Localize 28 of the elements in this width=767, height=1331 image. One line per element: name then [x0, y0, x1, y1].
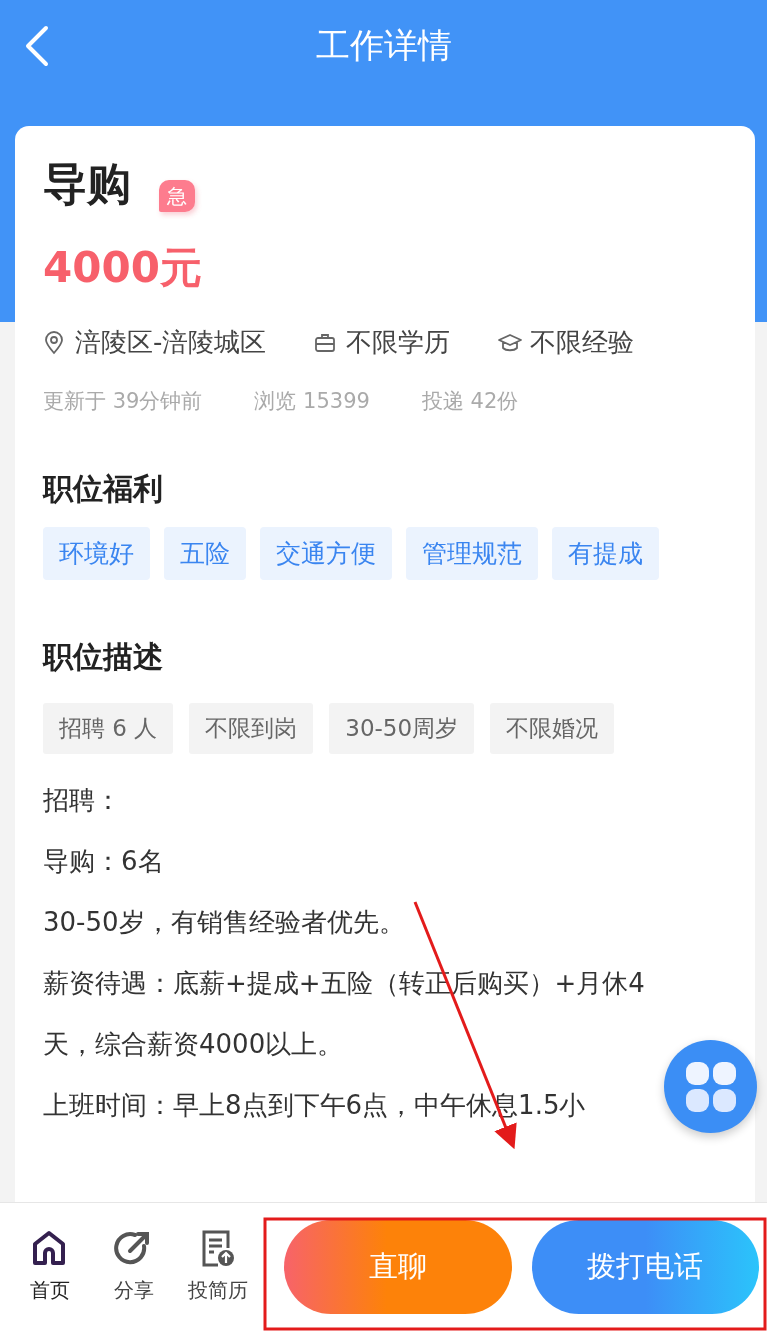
requirement-tag: 不限到岗 — [189, 703, 314, 754]
benefit-tag: 环境好 — [43, 526, 150, 580]
page-title: 工作详情 — [315, 23, 452, 67]
nav-tab[interactable]: 首页 — [8, 1229, 92, 1305]
fact-text: 不限学历 — [346, 326, 451, 359]
requirement-tag: 不限婚况 — [490, 703, 615, 754]
nav-tab[interactable]: 分享 — [92, 1229, 176, 1305]
stat-text: 更新于 39分钟前 — [43, 388, 203, 415]
grid-icon — [684, 1060, 737, 1113]
benefit-tag: 管理规范 — [406, 526, 538, 580]
description-text: 导购：6名 — [43, 844, 164, 878]
job-title: 导购 — [43, 158, 131, 211]
stat-text: 浏览 15399 — [254, 388, 370, 415]
salary: 4000元 — [43, 242, 203, 294]
requirement-tag: 30-50周岁 — [329, 703, 475, 754]
stat-text: 投递 42份 — [421, 388, 519, 415]
fact-text: 不限经验 — [530, 326, 635, 359]
fact-text: 涪陵区-涪陵城区 — [75, 326, 267, 359]
description-text: 30-50岁，有销售经验者优先。 — [43, 905, 405, 939]
section-heading: 职位描述 — [43, 638, 164, 676]
benefit-tag: 五险 — [164, 526, 246, 580]
section-heading: 职位福利 — [43, 469, 164, 508]
benefit-tag: 有提成 — [552, 526, 659, 580]
requirement-tag: 招聘 6 人 — [43, 703, 174, 754]
nav-tab[interactable]: 投简历 — [176, 1229, 260, 1305]
benefit-tag: 交通方便 — [260, 526, 392, 580]
urgent-badge: 急 — [159, 180, 195, 212]
description-text: 招聘： — [43, 783, 121, 817]
